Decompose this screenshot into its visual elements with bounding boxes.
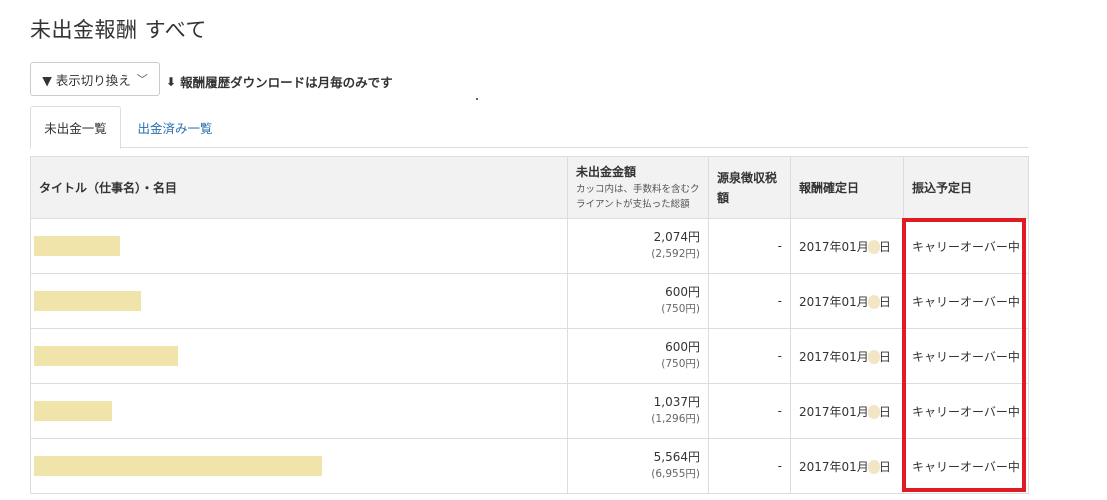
- date-prefix: 2017年01月: [799, 404, 869, 419]
- header-amount: 未出金金額 カッコ内は、手数料を含むクライアントが支払った総額: [567, 156, 709, 219]
- table-header-row: タイトル（仕事名）・名目 未出金金額 カッコ内は、手数料を含むクライアントが支払…: [30, 156, 1029, 219]
- cell-transfer-status: キャリーオーバー中: [903, 218, 1029, 274]
- unpaid-rewards-table: タイトル（仕事名）・名目 未出金金額 カッコ内は、手数料を含むクライアントが支払…: [30, 156, 1029, 494]
- tab-paid-list-label: 出金済み一覧: [137, 120, 213, 136]
- cell-transfer-status: キャリーオーバー中: [903, 328, 1029, 384]
- redacted-title: [34, 291, 141, 311]
- amount-total: (750円): [661, 303, 700, 315]
- date-prefix: 2017年01月: [799, 294, 869, 309]
- cell-amount: 1,037円 (1,296円): [567, 383, 709, 439]
- view-toggle-button[interactable]: ▼ 表示切り換え ﹀: [30, 62, 160, 96]
- stray-dot: [476, 98, 478, 100]
- amount-value: 600円: [665, 285, 700, 299]
- chevron-down-icon: ﹀: [136, 73, 148, 86]
- cell-tax: -: [708, 383, 791, 439]
- date-suffix: 日: [878, 349, 891, 364]
- date-prefix: 2017年01月: [799, 459, 869, 474]
- cell-tax: -: [708, 438, 791, 494]
- cell-confirm-date: 2017年01月日: [790, 328, 904, 384]
- cell-confirm-date: 2017年01月日: [790, 218, 904, 274]
- header-title: タイトル（仕事名）・名目: [30, 156, 568, 219]
- cell-amount: 600円 (750円): [567, 273, 709, 329]
- table-row: 600円 (750円) - 2017年01月日 キャリーオーバー中: [30, 328, 1029, 384]
- table-row: 1,037円 (1,296円) - 2017年01月日 キャリーオーバー中: [30, 383, 1029, 439]
- cell-title: [30, 273, 568, 329]
- date-suffix: 日: [878, 459, 891, 474]
- date-prefix: 2017年01月: [799, 349, 869, 364]
- cell-tax: -: [708, 328, 791, 384]
- cell-title: [30, 438, 568, 494]
- cell-amount: 5,564円 (6,955円): [567, 438, 709, 494]
- header-tax: 源泉徴収税額: [708, 156, 791, 219]
- download-note: ⬇ 報酬履歴ダウンロードは月毎のみです: [166, 72, 393, 91]
- header-transfer-date: 振込予定日: [903, 156, 1029, 219]
- redacted-title: [34, 236, 121, 256]
- tab-unpaid-list[interactable]: 未出金一覧: [30, 106, 121, 149]
- header-amount-note: カッコ内は、手数料を含むクライアントが支払った総額: [576, 184, 700, 210]
- date-suffix: 日: [878, 239, 891, 254]
- tab-unpaid-list-label: 未出金一覧: [44, 121, 107, 136]
- header-amount-label: 未出金金額: [576, 165, 637, 179]
- cell-transfer-status: キャリーオーバー中: [903, 273, 1029, 329]
- tab-paid-list[interactable]: 出金済み一覧: [122, 106, 228, 148]
- amount-value: 5,564円: [653, 450, 700, 464]
- cell-transfer-status: キャリーオーバー中: [903, 438, 1029, 494]
- amount-value: 1,037円: [653, 395, 700, 409]
- amount-value: 600円: [665, 340, 700, 354]
- amount-total: (6,955円): [651, 468, 700, 480]
- cell-tax: -: [708, 218, 791, 274]
- cell-transfer-status: キャリーオーバー中: [903, 383, 1029, 439]
- cell-amount: 600円 (750円): [567, 328, 709, 384]
- table-row: 5,564円 (6,955円) - 2017年01月日 キャリーオーバー中: [30, 438, 1029, 494]
- cell-confirm-date: 2017年01月日: [790, 383, 904, 439]
- cell-title: [30, 218, 568, 274]
- download-note-label: 報酬履歴ダウンロードは月毎のみです: [180, 75, 393, 90]
- amount-total: (750円): [661, 358, 700, 370]
- cell-amount: 2,074円 (2,592円): [567, 218, 709, 274]
- amount-total: (2,592円): [651, 248, 700, 260]
- cell-confirm-date: 2017年01月日: [790, 438, 904, 494]
- cell-confirm-date: 2017年01月日: [790, 273, 904, 329]
- date-suffix: 日: [878, 294, 891, 309]
- cell-title: [30, 328, 568, 384]
- date-suffix: 日: [878, 404, 891, 419]
- cell-title: [30, 383, 568, 439]
- table-row: 2,074円 (2,592円) - 2017年01月日 キャリーオーバー中: [30, 218, 1029, 274]
- redacted-title: [34, 346, 178, 366]
- page-title: 未出金報酬 すべて: [30, 18, 207, 42]
- tab-bar: 未出金一覧 出金済み一覧: [30, 106, 1028, 149]
- cell-tax: -: [708, 273, 791, 329]
- table-row: 600円 (750円) - 2017年01月日 キャリーオーバー中: [30, 273, 1029, 329]
- redacted-title: [34, 456, 322, 476]
- view-toggle-label: ▼ 表示切り換え: [42, 72, 131, 88]
- header-confirm-date: 報酬確定日: [790, 156, 904, 219]
- date-prefix: 2017年01月: [799, 239, 869, 254]
- amount-value: 2,074円: [653, 230, 700, 244]
- redacted-title: [34, 401, 112, 421]
- amount-total: (1,296円): [651, 413, 700, 425]
- download-icon: ⬇: [166, 74, 177, 89]
